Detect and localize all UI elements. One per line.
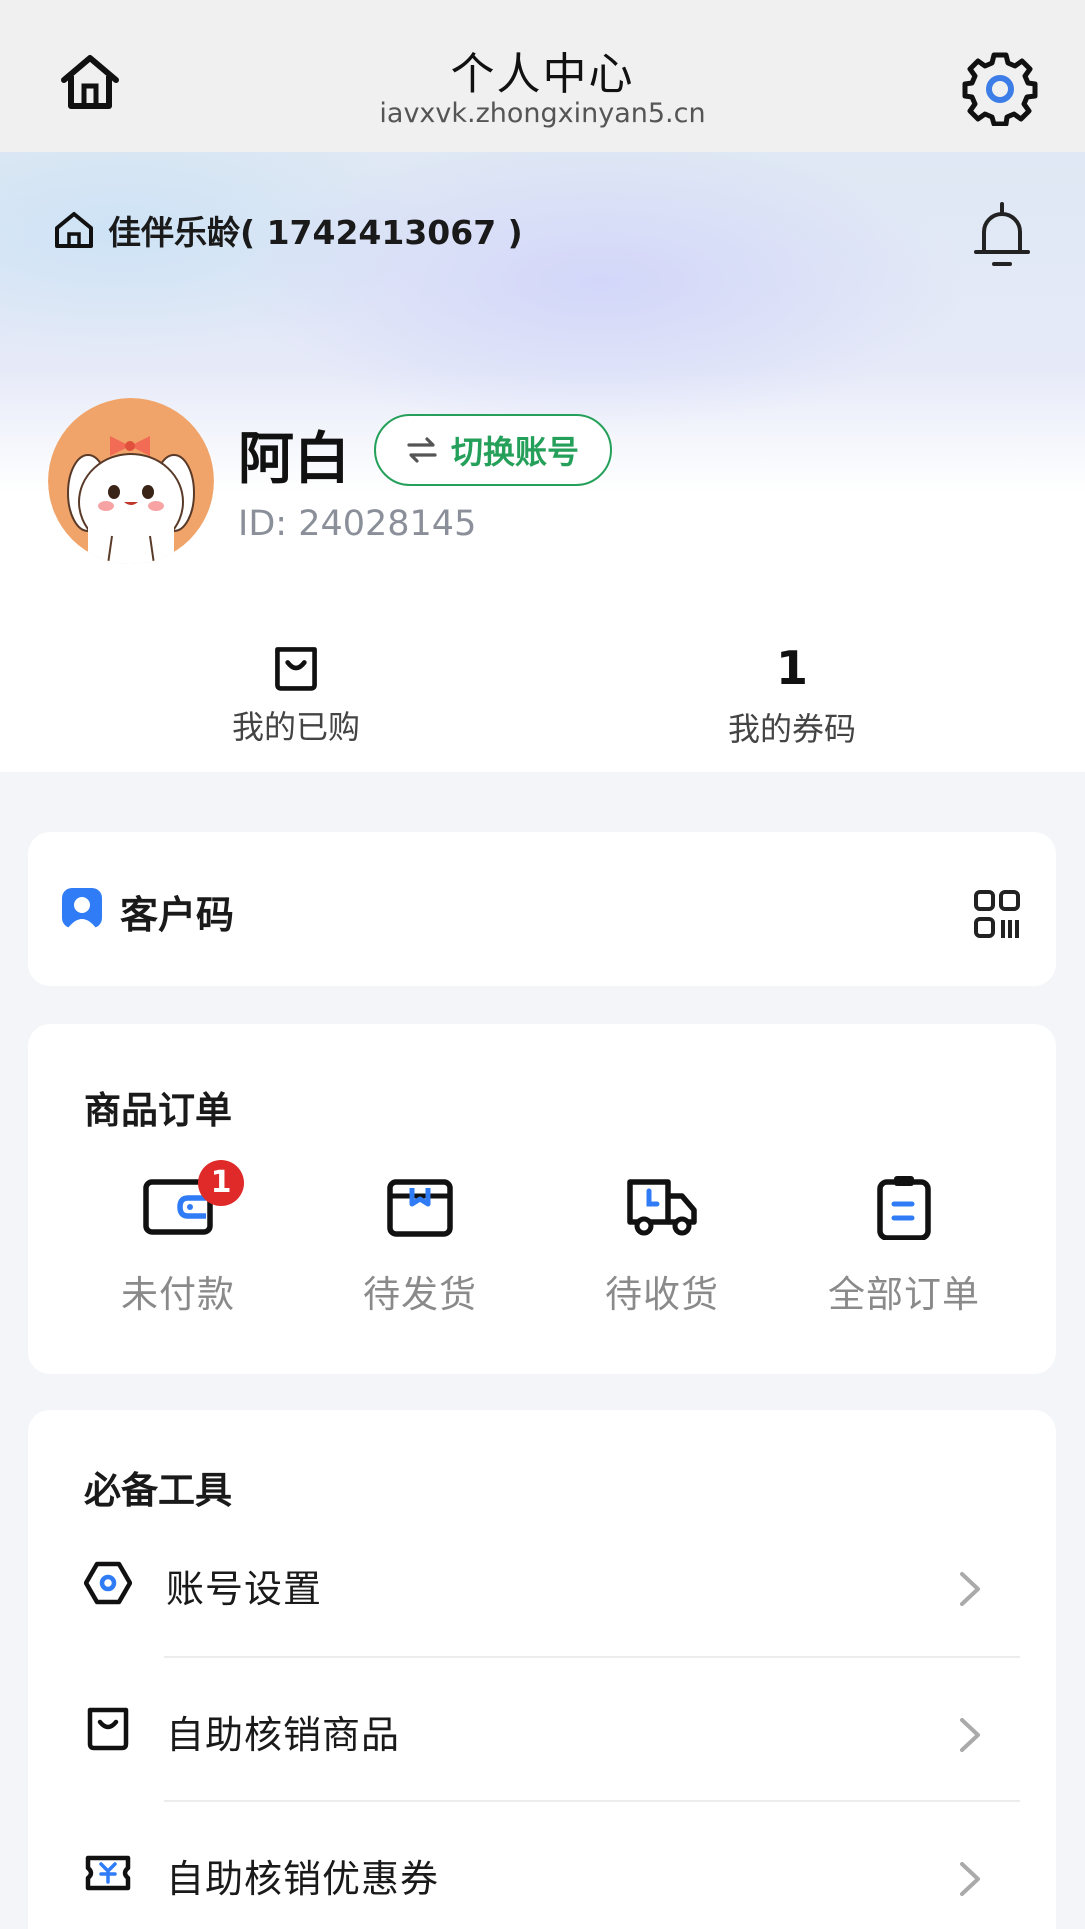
tool-account-settings[interactable]: 账号设置: [28, 1512, 1056, 1652]
store-icon: [55, 212, 93, 248]
settings-button[interactable]: [962, 50, 1038, 127]
gear-icon: [962, 52, 1038, 127]
orders-title: 商品订单: [84, 1089, 232, 1132]
coupon-icon: [85, 1855, 131, 1891]
order-to-ship[interactable]: 待发货: [320, 1174, 520, 1318]
user-name: 阿白: [238, 427, 350, 492]
orders-card: 商品订单 1 未付款 待发货 待收货 全部订单: [28, 1024, 1056, 1374]
tool-self-verify-goods-label: 自助核销商品: [166, 1713, 401, 1757]
order-to-ship-label: 待发货: [363, 1273, 477, 1316]
qr-code-icon: [974, 890, 1020, 938]
customer-code-label: 客户码: [120, 893, 235, 937]
switch-account-label: 切换账号: [450, 433, 579, 471]
order-all[interactable]: 全部订单: [804, 1174, 1004, 1318]
tool-self-verify-coupons-label: 自助核销优惠券: [166, 1857, 440, 1901]
my-purchases-label: 我的已购: [231, 708, 360, 746]
my-purchases-button[interactable]: 我的已购: [166, 640, 426, 748]
my-coupons-label: 我的券码: [727, 710, 856, 748]
order-all-label: 全部订单: [828, 1273, 980, 1316]
order-to-receive-label: 待收货: [605, 1273, 719, 1316]
swap-arrows-icon: [407, 437, 437, 463]
hexagon-settings-icon: [84, 1561, 132, 1605]
bag-icon: [87, 1707, 129, 1751]
chevron-right-icon: [960, 1718, 980, 1752]
notifications-button[interactable]: [970, 200, 1034, 270]
chevron-right-icon: [960, 1862, 980, 1896]
order-unpaid-label: 未付款: [121, 1273, 235, 1316]
tools-title: 必备工具: [84, 1469, 232, 1512]
user-badge-icon: [62, 888, 102, 928]
coupon-count: 1: [775, 641, 808, 695]
store-name: 佳伴乐龄( 1742413067 ): [108, 213, 523, 252]
customer-code-card[interactable]: 客户码: [28, 832, 1056, 986]
unpaid-count-badge: 1: [198, 1160, 244, 1206]
puppy-avatar-image: [48, 398, 214, 564]
user-id: ID: 24028145: [238, 504, 477, 544]
package-icon: [387, 1179, 453, 1237]
bell-icon: [974, 202, 1030, 266]
page-url: iavxvk.zhongxinyan5.cn: [379, 98, 706, 129]
tool-self-verify-goods[interactable]: 自助核销商品: [28, 1658, 1056, 1798]
switch-account-button[interactable]: 切换账号: [374, 414, 612, 486]
tool-self-verify-coupons[interactable]: 自助核销优惠券: [28, 1802, 1056, 1929]
top-bar: 个人中心 iavxvk.zhongxinyan5.cn: [0, 0, 1085, 152]
my-coupons-button[interactable]: 1 我的券码: [662, 640, 922, 750]
bag-icon: [275, 647, 317, 691]
truck-icon: [627, 1179, 697, 1236]
avatar[interactable]: [48, 398, 214, 564]
clipboard-icon: [877, 1176, 931, 1240]
order-unpaid[interactable]: 1 未付款: [78, 1160, 278, 1318]
tool-account-settings-label: 账号设置: [166, 1567, 323, 1611]
tools-card: 必备工具 账号设置 自助核销商品 自助核销优惠券: [28, 1410, 1056, 1929]
store-selector[interactable]: 佳伴乐龄( 1742413067 ): [52, 205, 523, 255]
chevron-right-icon: [960, 1572, 980, 1606]
page-title: 个人中心: [450, 49, 635, 100]
order-to-receive[interactable]: 待收货: [562, 1174, 762, 1318]
